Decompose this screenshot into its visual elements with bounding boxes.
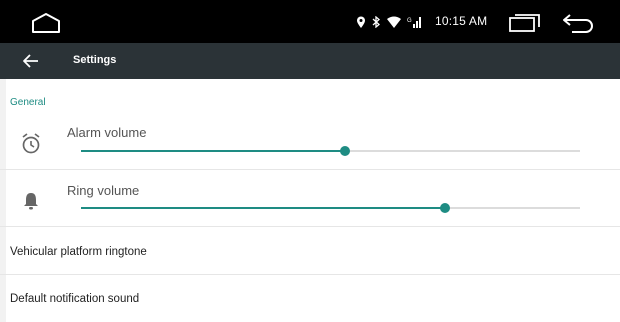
list-item-default-notification-sound[interactable]: Default notification sound <box>0 275 620 322</box>
divider <box>0 169 620 170</box>
status-icons: G <box>356 12 421 32</box>
ring-volume-label: Ring volume <box>67 183 140 198</box>
home-icon[interactable] <box>30 10 62 36</box>
alarm-volume-fill <box>81 150 346 152</box>
section-header-general: General <box>10 97 46 108</box>
bluetooth-icon <box>372 16 380 28</box>
svg-text:G: G <box>407 18 412 24</box>
ring-volume-slider[interactable] <box>81 203 580 213</box>
alarm-clock-icon <box>22 133 40 154</box>
list-item-label: Vehicular platform ringtone <box>10 246 147 258</box>
list-item-vehicular-platform-ringtone[interactable]: Vehicular platform ringtone <box>0 227 620 274</box>
back-icon[interactable] <box>560 11 596 35</box>
page-title: Settings <box>73 54 117 66</box>
list-item-label: Default notification sound <box>10 293 140 305</box>
status-clock: 10:15 AM <box>435 14 488 28</box>
alarm-volume-slider[interactable] <box>81 146 580 156</box>
system-status-bar: G 10:15 AM <box>0 0 620 43</box>
wifi-icon <box>387 16 401 28</box>
arrow-left-icon[interactable] <box>20 50 44 72</box>
ring-volume-fill <box>81 207 446 209</box>
recents-icon[interactable] <box>508 13 542 33</box>
bell-icon <box>24 193 38 210</box>
app-bar: Settings <box>0 43 620 79</box>
settings-screen: G 10:15 AM Settings General Alarm volume… <box>0 0 620 322</box>
signal-icon: G <box>407 17 421 28</box>
location-icon <box>357 16 365 28</box>
alarm-volume-label: Alarm volume <box>67 125 147 140</box>
